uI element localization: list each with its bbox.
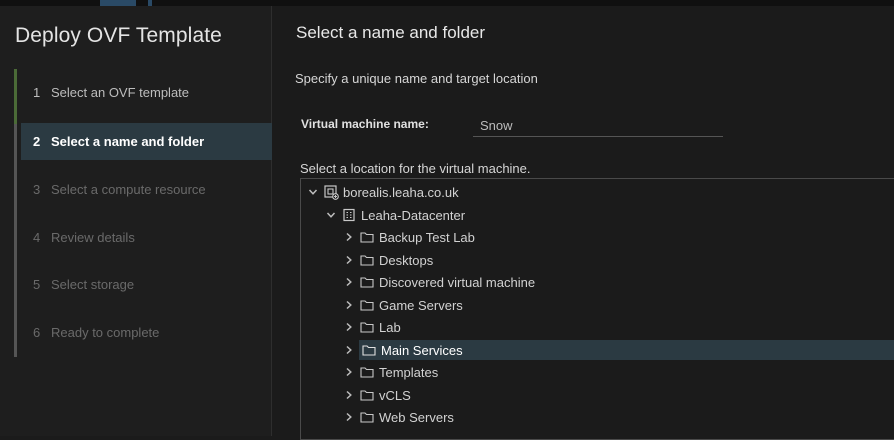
tree-folder-web-servers[interactable]: Web Servers <box>341 407 894 427</box>
chevron-right-icon[interactable] <box>341 227 357 247</box>
tree-folder-discovered-virtual-machine[interactable]: Discovered virtual machine <box>341 272 894 292</box>
step-label: Select a name and folder <box>51 134 205 149</box>
step-label: Select an OVF template <box>51 85 190 100</box>
tree-node-label: Lab <box>379 319 401 335</box>
chevron-down-icon[interactable] <box>323 205 339 225</box>
tree-folder-templates[interactable]: Templates <box>341 362 894 382</box>
wizard-content: Select a name and folder Specify a uniqu… <box>273 6 894 440</box>
vm-name-input[interactable] <box>473 115 723 137</box>
step-number: 4 <box>33 230 41 245</box>
tree-folder-main-services[interactable]: Main Services <box>359 340 894 360</box>
step-progress-track <box>14 69 17 357</box>
chevron-right-icon[interactable] <box>341 385 357 405</box>
wizard-sidebar: Deploy OVF Template 1 Select an OVF temp… <box>0 6 272 436</box>
tree-node-label: borealis.leaha.co.uk <box>343 184 459 200</box>
folder-icon <box>357 407 377 427</box>
folder-icon <box>357 250 377 270</box>
folder-icon <box>357 317 377 337</box>
chevron-right-icon[interactable] <box>341 272 357 292</box>
chevron-right-icon[interactable] <box>341 295 357 315</box>
wizard-steps: 1 Select an OVF template 2 Select a name… <box>14 69 272 357</box>
deploy-ovf-wizard: Deploy OVF Template 1 Select an OVF temp… <box>0 6 894 440</box>
tree-node-label: Web Servers <box>379 409 454 425</box>
folder-icon <box>357 272 377 292</box>
step-select-compute-resource[interactable]: 3 Select a compute resource <box>21 171 272 208</box>
step-label: Ready to complete <box>51 325 160 340</box>
vcenter-icon <box>321 182 341 202</box>
tree-node-label: vCLS <box>379 387 411 403</box>
datacenter-icon <box>339 205 359 225</box>
tree-node-datacenter[interactable]: Leaha-Datacenter <box>323 205 885 225</box>
step-label: Select storage <box>51 277 135 292</box>
vm-name-label: Virtual machine name: <box>301 117 429 131</box>
tree-folder-lab[interactable]: Lab <box>341 317 894 337</box>
tree-node-label: Templates <box>379 364 439 380</box>
step-progress-fill <box>14 69 17 124</box>
location-label: Select a location for the virtual machin… <box>300 161 531 176</box>
chevron-down-icon[interactable] <box>305 182 321 202</box>
chevron-right-icon[interactable] <box>341 340 357 360</box>
chevron-right-icon[interactable] <box>341 250 357 270</box>
step-select-storage[interactable]: 5 Select storage <box>21 266 272 303</box>
tree-node-vcenter[interactable]: borealis.leaha.co.uk <box>305 182 885 202</box>
step-number: 5 <box>33 277 41 292</box>
chevron-right-icon[interactable] <box>341 362 357 382</box>
tree-node-label: Discovered virtual machine <box>379 274 536 290</box>
tree-node-label: Leaha-Datacenter <box>361 207 466 223</box>
step-number: 1 <box>33 85 41 100</box>
location-tree: borealis.leaha.co.uk Leaha-Datacenter Ba… <box>300 178 894 440</box>
tree-node-label: Desktops <box>379 252 434 268</box>
step-review-details[interactable]: 4 Review details <box>21 219 272 256</box>
step-select-name-folder[interactable]: 2 Select a name and folder <box>21 123 272 160</box>
tree-folder-desktops[interactable]: Desktops <box>341 250 894 270</box>
step-number: 6 <box>33 325 41 340</box>
folder-icon <box>357 295 377 315</box>
folder-icon <box>357 227 377 247</box>
step-label: Review details <box>51 230 135 245</box>
page-title: Select a name and folder <box>296 23 486 42</box>
folder-icon <box>357 362 377 382</box>
folder-icon <box>357 385 377 405</box>
step-label: Select a compute resource <box>51 182 206 197</box>
tree-folder-game-servers[interactable]: Game Servers <box>341 295 894 315</box>
page-subtitle: Specify a unique name and target locatio… <box>295 71 538 86</box>
tree-folder-backup-test-lab[interactable]: Backup Test Lab <box>341 227 894 247</box>
chevron-right-icon[interactable] <box>341 407 357 427</box>
step-select-ovf-template[interactable]: 1 Select an OVF template <box>21 74 272 111</box>
step-ready-to-complete[interactable]: 6 Ready to complete <box>21 314 272 351</box>
tree-node-label: Main Services <box>381 342 463 358</box>
folder-icon <box>359 340 379 360</box>
chevron-right-icon[interactable] <box>341 317 357 337</box>
step-number: 2 <box>33 134 41 149</box>
tree-node-label: Game Servers <box>379 297 463 313</box>
tree-node-label: Backup Test Lab <box>379 229 475 245</box>
step-number: 3 <box>33 182 41 197</box>
wizard-title: Deploy OVF Template <box>15 24 222 47</box>
tree-folder-vcls[interactable]: vCLS <box>341 385 894 405</box>
